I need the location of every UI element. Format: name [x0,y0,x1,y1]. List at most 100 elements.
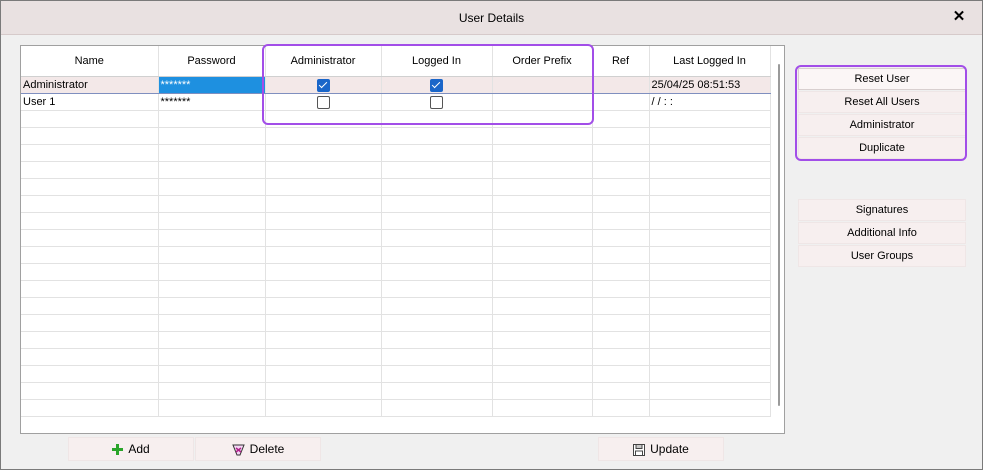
reset-user-button[interactable]: Reset User [798,68,966,90]
logged-in-checkbox[interactable] [381,178,493,196]
name-cell[interactable] [21,144,159,162]
column-header-last-logged-in[interactable]: Last Logged In [649,46,771,77]
password-cell[interactable] [158,161,266,179]
empty-row[interactable] [21,280,771,298]
order-prefix-cell[interactable] [492,127,593,145]
name-cell[interactable] [21,280,159,298]
name-cell[interactable] [21,246,159,264]
logged-in-checkbox[interactable] [381,382,493,400]
password-cell[interactable] [158,314,266,332]
administrator-checkbox[interactable] [265,331,382,349]
name-cell[interactable] [21,331,159,349]
order-prefix-cell[interactable] [492,348,593,366]
administrator-checkbox[interactable] [265,127,382,145]
last-logged-in-cell[interactable] [649,144,771,162]
ref-cell[interactable] [592,110,650,128]
logged-in-checkbox[interactable] [381,314,493,332]
ref-cell[interactable] [592,331,650,349]
delete-button[interactable]: Delete [195,437,321,461]
order-prefix-cell[interactable] [492,365,593,383]
table-row[interactable]: User 1 ******* / / : : [21,93,771,111]
last-logged-in-cell[interactable] [649,280,771,298]
password-cell[interactable] [158,246,266,264]
ref-cell[interactable] [592,144,650,162]
order-prefix-cell[interactable] [492,144,593,162]
name-cell[interactable] [21,110,159,128]
ref-cell[interactable] [592,229,650,247]
name-cell[interactable] [21,212,159,230]
last-logged-in-cell[interactable] [649,178,771,196]
ref-cell[interactable] [592,195,650,213]
logged-in-checkbox[interactable] [381,399,493,417]
administrator-checkbox[interactable] [265,144,382,162]
password-cell[interactable] [158,229,266,247]
order-prefix-cell[interactable] [492,331,593,349]
column-header-ref[interactable]: Ref [592,46,650,77]
name-cell[interactable]: Administrator [21,76,159,94]
empty-row[interactable] [21,263,771,281]
ref-cell[interactable] [592,161,650,179]
order-prefix-cell[interactable] [492,93,593,111]
password-cell[interactable] [158,110,266,128]
empty-row[interactable] [21,144,771,162]
ref-cell[interactable] [592,178,650,196]
column-header-logged-in[interactable]: Logged In [381,46,493,77]
logged-in-checkbox[interactable] [381,212,493,230]
ref-cell[interactable] [592,365,650,383]
order-prefix-cell[interactable] [492,280,593,298]
checked-checkbox-icon[interactable] [430,78,443,92]
empty-row[interactable] [21,314,771,332]
column-header-password[interactable]: Password [158,46,266,77]
column-header-administrator[interactable]: Administrator [265,46,382,77]
password-cell[interactable] [158,212,266,230]
empty-row[interactable] [21,195,771,213]
logged-in-checkbox[interactable] [381,280,493,298]
empty-row[interactable] [21,110,771,128]
administrator-checkbox[interactable] [265,161,382,179]
ref-cell[interactable] [592,76,650,94]
order-prefix-cell[interactable] [492,382,593,400]
empty-row[interactable] [21,178,771,196]
ref-cell[interactable] [592,280,650,298]
administrator-checkbox[interactable] [265,93,382,111]
password-cell[interactable] [158,331,266,349]
ref-cell[interactable] [592,348,650,366]
password-cell[interactable]: ******* [158,76,266,94]
password-cell[interactable] [158,263,266,281]
last-logged-in-cell[interactable]: 25/04/25 08:51:53 [649,76,771,94]
update-button[interactable]: Update [598,437,724,461]
column-header-name[interactable]: Name [21,46,159,77]
ref-cell[interactable] [592,382,650,400]
logged-in-checkbox[interactable] [381,229,493,247]
order-prefix-cell[interactable] [492,399,593,417]
password-cell[interactable] [158,144,266,162]
logged-in-checkbox[interactable] [381,331,493,349]
password-cell[interactable] [158,127,266,145]
administrator-checkbox[interactable] [265,399,382,417]
last-logged-in-cell[interactable] [649,382,771,400]
password-cell[interactable] [158,382,266,400]
order-prefix-cell[interactable] [492,263,593,281]
last-logged-in-cell[interactable] [649,314,771,332]
order-prefix-cell[interactable] [492,76,593,94]
order-prefix-cell[interactable] [492,314,593,332]
vertical-scrollbar[interactable] [778,64,780,406]
last-logged-in-cell[interactable] [649,365,771,383]
column-header-order-prefix[interactable]: Order Prefix [492,46,593,77]
password-cell[interactable] [158,365,266,383]
name-cell[interactable] [21,229,159,247]
logged-in-checkbox[interactable] [381,144,493,162]
logged-in-checkbox[interactable] [381,110,493,128]
name-cell[interactable]: User 1 [21,93,159,111]
empty-row[interactable] [21,348,771,366]
last-logged-in-cell[interactable] [649,161,771,179]
password-cell[interactable] [158,297,266,315]
administrator-button[interactable]: Administrator [798,114,966,136]
administrator-checkbox[interactable] [265,110,382,128]
empty-row[interactable] [21,229,771,247]
name-cell[interactable] [21,297,159,315]
name-cell[interactable] [21,127,159,145]
last-logged-in-cell[interactable] [649,297,771,315]
administrator-checkbox[interactable] [265,212,382,230]
last-logged-in-cell[interactable] [649,195,771,213]
